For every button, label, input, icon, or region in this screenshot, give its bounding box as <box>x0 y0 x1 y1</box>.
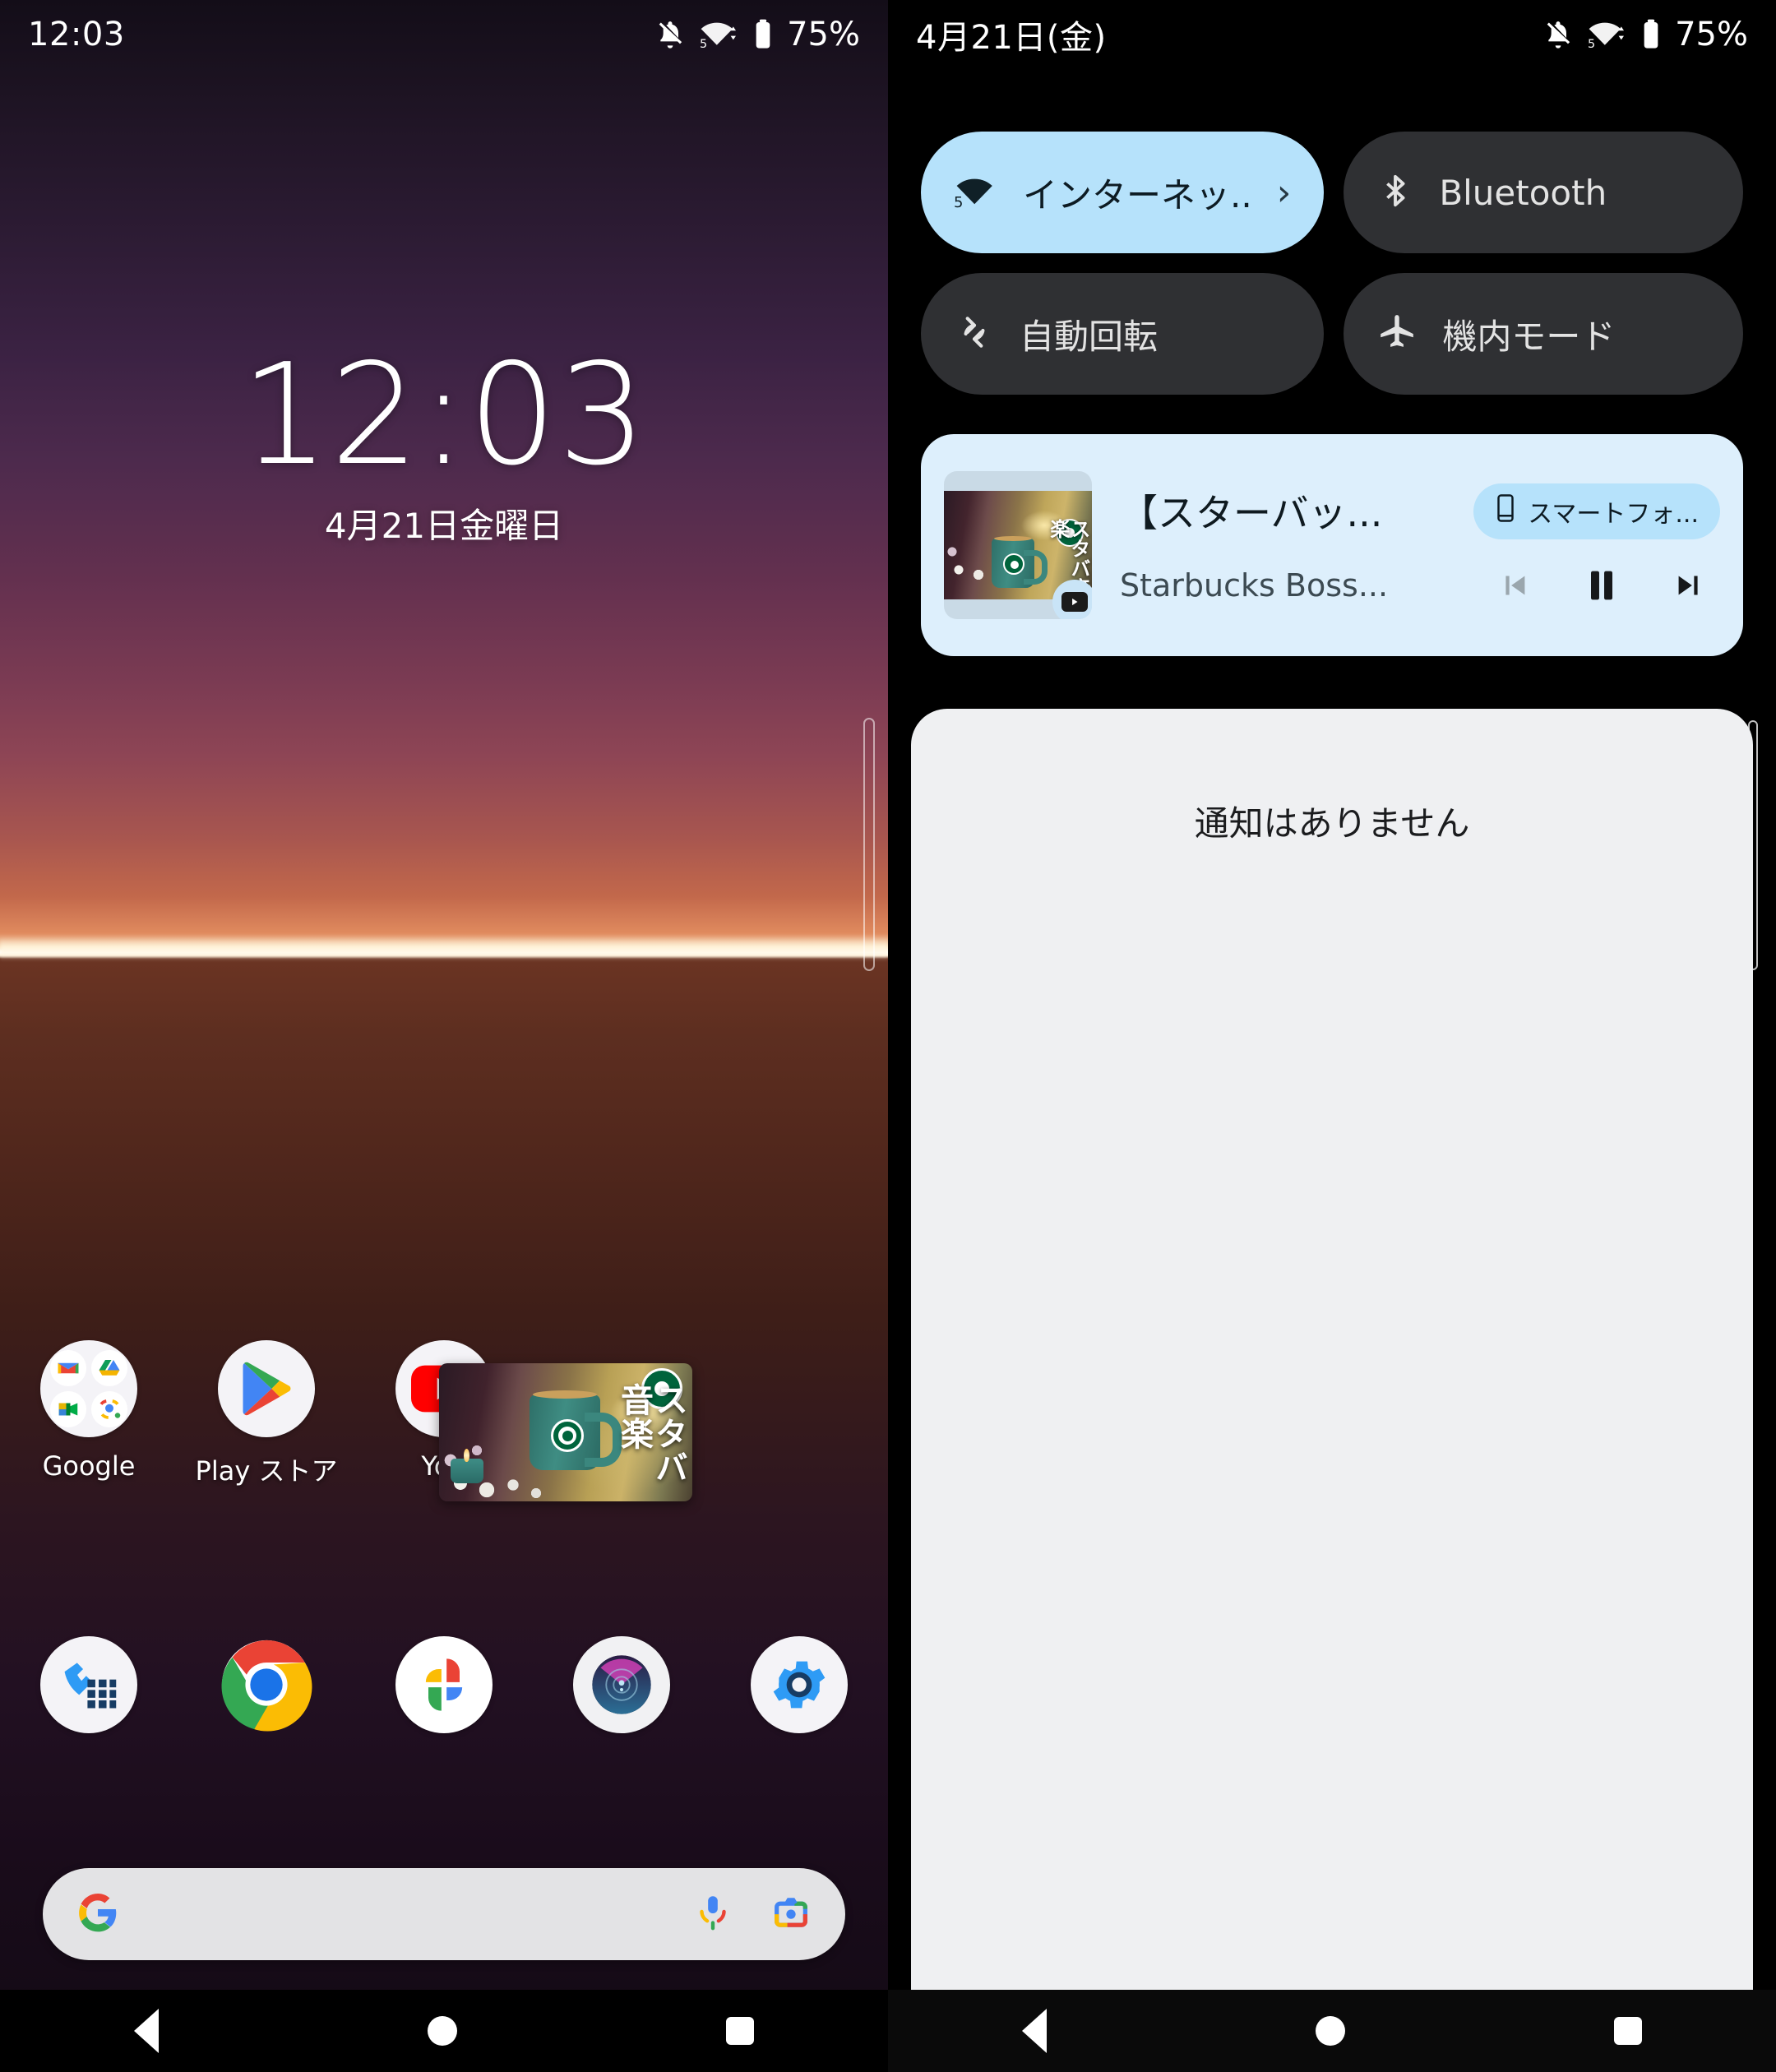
starbucks-mug <box>530 1394 600 1470</box>
recents-icon[interactable] <box>1614 2017 1642 2045</box>
notifications-off-icon <box>654 18 687 51</box>
status-bar-left: 12:03 5 <box>0 0 888 69</box>
auto-rotate-icon <box>954 312 995 356</box>
device-label: スマートフォ... <box>1528 493 1699 530</box>
recents-icon[interactable] <box>726 2017 754 2045</box>
media-device-chip[interactable]: スマートフォ... <box>1473 483 1720 539</box>
home-screen: 12:03 5 <box>0 0 888 2072</box>
pause-icon[interactable] <box>1580 564 1623 607</box>
airplane-icon <box>1376 312 1418 356</box>
media-title: 【スターバッ... <box>1120 483 1382 538</box>
media-info: 【スターバッ... スマートフォ... Starbucks Boss... <box>1092 471 1720 619</box>
notification-sheet: 通知はありません <box>911 709 1753 1991</box>
google-search-bar[interactable] <box>43 1868 845 1960</box>
no-notifications-text: 通知はありません <box>911 709 1753 846</box>
microphone-icon[interactable] <box>692 1892 733 1936</box>
search-input[interactable] <box>120 1898 692 1931</box>
phone-device-icon <box>1495 494 1516 529</box>
starbucks-music-widget[interactable]: スタバ音楽 <box>439 1363 692 1501</box>
dock-item-photos[interactable] <box>355 1636 533 1733</box>
widget-title: スタバ音楽 <box>648 1383 686 1501</box>
svg-text:5: 5 <box>1588 38 1595 51</box>
chrome-icon <box>218 1636 315 1733</box>
meet-icon <box>50 1391 86 1427</box>
media-thumbnail[interactable]: スタバ音楽 <box>944 471 1092 619</box>
starbucks-logo-icon <box>1003 553 1024 575</box>
battery-icon <box>752 18 774 51</box>
svg-text:5: 5 <box>954 194 963 210</box>
app-icon-play-store[interactable]: Play ストア <box>178 1340 355 1488</box>
dual-phone-screenshot: 12:03 5 <box>0 0 1776 2072</box>
navigation-bar-right <box>888 1990 1776 2072</box>
home-icon[interactable] <box>1316 2016 1345 2046</box>
drive-icon <box>91 1350 127 1386</box>
page-scroll-indicator[interactable] <box>863 718 875 971</box>
widget-artwork: スタバ音楽 <box>439 1363 692 1501</box>
candle-decor <box>451 1459 483 1483</box>
status-icons: 5 75% <box>1542 16 1748 53</box>
dock-item-chrome[interactable] <box>178 1636 355 1733</box>
back-icon[interactable] <box>1022 2009 1047 2053</box>
wallpaper <box>0 0 888 2072</box>
app-icon-google-folder[interactable]: Google <box>0 1340 178 1488</box>
tile-bluetooth[interactable]: Bluetooth <box>1344 132 1743 253</box>
wifi-5g-icon: 5 <box>954 171 998 214</box>
tile-internet[interactable]: 5 インターネッ.. › <box>921 132 1324 253</box>
status-icons: 5 75% <box>654 16 860 53</box>
signal-5g-icon: 5 <box>700 18 739 51</box>
battery-percent: 75% <box>787 16 860 53</box>
media-controls <box>1495 564 1720 607</box>
skip-next-icon[interactable] <box>1671 567 1709 604</box>
phone-icon <box>40 1636 137 1733</box>
tile-label: 自動回転 <box>1020 309 1158 359</box>
youtube-play-badge <box>1052 580 1092 619</box>
photos-icon <box>395 1636 493 1733</box>
quick-settings-shade: 4月21日(金) 5 <box>888 0 1776 2072</box>
svg-text:5: 5 <box>700 38 707 51</box>
dock-item-phone[interactable] <box>0 1636 178 1733</box>
home-icon[interactable] <box>428 2016 457 2046</box>
status-bar-right: 4月21日(金) 5 <box>888 0 1776 69</box>
clock-widget[interactable]: 12:03 4月21日金曜日 <box>0 345 888 548</box>
media-top-row: 【スターバッ... スマートフォ... <box>1120 483 1720 539</box>
bluetooth-icon <box>1376 169 1414 215</box>
media-player-card[interactable]: スタバ音楽 【スターバッ... <box>921 434 1743 656</box>
battery-percent: 75% <box>1675 16 1748 53</box>
status-date: 4月21日(金) <box>916 11 1107 58</box>
search-actions <box>692 1891 812 1937</box>
back-icon[interactable] <box>134 2009 159 2053</box>
google-g-icon <box>76 1890 120 1938</box>
tile-label: インターネッ.. <box>1023 168 1252 218</box>
settings-icon <box>751 1636 848 1733</box>
camera-icon <box>573 1636 670 1733</box>
notifications-off-icon <box>1542 18 1575 51</box>
clock-date: 4月21日金曜日 <box>0 498 888 548</box>
quick-settings-tiles: 5 インターネッ.. › Bluetooth <box>921 132 1743 395</box>
starbucks-logo-icon <box>551 1419 584 1452</box>
signal-5g-icon: 5 <box>1588 18 1627 51</box>
tile-auto-rotate[interactable]: 自動回転 <box>921 273 1324 395</box>
lens-icon <box>91 1391 127 1427</box>
google-folder-icon <box>40 1340 137 1437</box>
dock-item-settings[interactable] <box>710 1636 888 1733</box>
battery-icon <box>1640 18 1662 51</box>
dock-item-camera[interactable] <box>533 1636 710 1733</box>
tile-airplane-mode[interactable]: 機内モード <box>1344 273 1743 395</box>
media-bottom-row: Starbucks Boss... <box>1120 564 1720 607</box>
app-label: Play ストア <box>196 1450 338 1488</box>
navigation-bar-left <box>0 1990 888 2072</box>
media-artist: Starbucks Boss... <box>1120 567 1388 604</box>
google-lens-icon[interactable] <box>770 1891 812 1937</box>
status-time: 12:03 <box>28 16 125 53</box>
chevron-right-icon[interactable]: › <box>1277 172 1292 214</box>
starbucks-mug <box>992 539 1034 588</box>
dock <box>0 1636 888 1733</box>
clock-time: 12:03 <box>0 345 888 485</box>
app-label: Google <box>43 1450 136 1482</box>
gmail-icon <box>50 1350 86 1386</box>
tile-label: 機内モード <box>1442 309 1615 359</box>
skip-previous-icon[interactable] <box>1495 567 1533 604</box>
play-store-icon <box>218 1340 315 1437</box>
tile-label: Bluetooth <box>1439 173 1607 213</box>
